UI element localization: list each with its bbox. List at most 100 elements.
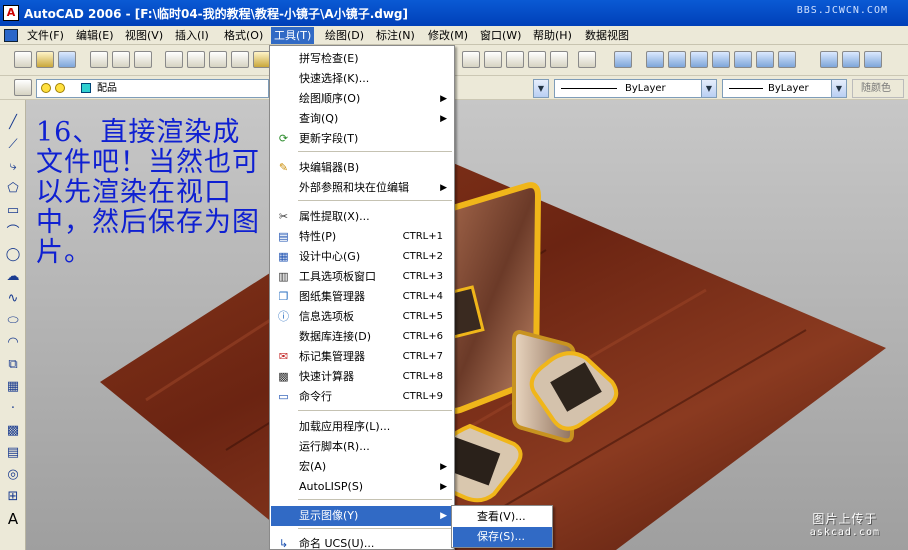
menu-item-load-application[interactable]: 加载应用程序(L)... bbox=[271, 417, 454, 437]
design-center-toolbar-icon[interactable] bbox=[462, 51, 480, 68]
lineweight-select[interactable]: ByLayer ▼ bbox=[722, 79, 847, 98]
tool-palettes-toolbar-icon[interactable] bbox=[484, 51, 502, 68]
menu-item-properties[interactable]: ▤ 特性(P) CTRL+1 bbox=[271, 227, 454, 247]
menu-item-info-palette[interactable]: ⓘ 信息选项板 CTRL+5 bbox=[271, 307, 454, 327]
open-icon[interactable] bbox=[36, 51, 54, 68]
hatch-icon[interactable]: ▩ bbox=[4, 422, 22, 440]
color-control-dropdown[interactable]: ▼ bbox=[533, 79, 549, 98]
polyline-icon[interactable]: ⤷ bbox=[4, 158, 22, 176]
polygon-icon[interactable]: ⬠ bbox=[4, 180, 22, 198]
menu-item-run-script[interactable]: 运行脚本(R)... bbox=[271, 437, 454, 457]
menu-item-markup-set[interactable]: ✉ 标记集管理器 CTRL+7 bbox=[271, 347, 454, 367]
print-preview-icon[interactable] bbox=[112, 51, 130, 68]
menu-separator bbox=[298, 410, 452, 411]
menu-item-label: 绘图顺序(O) bbox=[299, 92, 361, 105]
line-icon[interactable]: ╱ bbox=[4, 114, 22, 132]
menu-item-macro[interactable]: 宏(A) ▶ bbox=[271, 457, 454, 477]
menu-dimension[interactable]: 标注(N) bbox=[373, 27, 418, 44]
layer-select[interactable]: 配品 bbox=[36, 79, 269, 98]
circle-icon[interactable]: ◯ bbox=[4, 246, 22, 264]
menu-help[interactable]: 帮助(H) bbox=[530, 27, 575, 44]
layer-on-icon[interactable] bbox=[41, 83, 51, 93]
bottom-view-icon[interactable] bbox=[668, 51, 686, 68]
menu-item-shortcut: CTRL+1 bbox=[402, 231, 443, 242]
menu-item-sheet-set[interactable]: ❐ 图纸集管理器 CTRL+4 bbox=[271, 287, 454, 307]
menu-item-label: 命名 UCS(U)... bbox=[299, 537, 375, 550]
menu-draw[interactable]: 绘图(D) bbox=[322, 27, 367, 44]
menu-format[interactable]: 格式(O) bbox=[221, 27, 266, 44]
construction-line-icon[interactable]: ⟋ bbox=[4, 136, 22, 154]
menu-tools[interactable]: 工具(T) bbox=[271, 27, 315, 44]
menu-item-label: 快速计算器 bbox=[299, 370, 354, 383]
save-icon[interactable] bbox=[58, 51, 76, 68]
spline-icon[interactable]: ∿ bbox=[4, 290, 22, 308]
se-iso-icon[interactable] bbox=[820, 51, 838, 68]
menu-item-quick-calc[interactable]: ▩ 快速计算器 CTRL+8 bbox=[271, 367, 454, 387]
menu-item-design-center[interactable]: ▦ 设计中心(G) CTRL+2 bbox=[271, 247, 454, 267]
ellipse-arc-icon[interactable]: ◠ bbox=[4, 334, 22, 352]
ellipse-icon[interactable]: ⬭ bbox=[4, 312, 22, 330]
watermark-text: 图片上传于 bbox=[812, 512, 878, 526]
menu-item-xref-edit[interactable]: 外部参照和块在位编辑 ▶ bbox=[271, 178, 454, 198]
submenu-item-view[interactable]: 查看(V)... bbox=[453, 507, 552, 527]
menu-item-label: 设计中心(G) bbox=[299, 250, 361, 263]
menu-view[interactable]: 视图(V) bbox=[122, 27, 166, 44]
right-view-icon[interactable] bbox=[712, 51, 730, 68]
nw-iso-icon[interactable] bbox=[864, 51, 882, 68]
layer-manager-icon[interactable] bbox=[14, 79, 32, 96]
arc-icon[interactable]: ⌒ bbox=[4, 224, 22, 242]
region-icon[interactable]: ◎ bbox=[4, 466, 22, 484]
document-icon[interactable] bbox=[4, 29, 18, 42]
menu-item-block-editor[interactable]: ✎ 块编辑器(B) bbox=[271, 158, 454, 178]
table-icon[interactable]: ⊞ bbox=[4, 488, 22, 506]
insert-block-icon[interactable]: ⧉ bbox=[4, 356, 22, 374]
match-properties-icon[interactable] bbox=[231, 51, 249, 68]
submenu-item-save[interactable]: 保存(S)... bbox=[453, 527, 552, 547]
menu-modify[interactable]: 修改(M) bbox=[425, 27, 471, 44]
menu-item-tool-palettes[interactable]: ▥ 工具选项板窗口 CTRL+3 bbox=[271, 267, 454, 287]
ne-iso-icon[interactable] bbox=[842, 51, 860, 68]
publish-icon[interactable] bbox=[134, 51, 152, 68]
help-toolbar-icon[interactable] bbox=[578, 51, 596, 68]
top-view-icon[interactable] bbox=[646, 51, 664, 68]
menu-item-update-fields[interactable]: ⟳ 更新字段(T) bbox=[271, 129, 454, 149]
left-view-icon[interactable] bbox=[690, 51, 708, 68]
front-view-icon[interactable] bbox=[734, 51, 752, 68]
menu-insert[interactable]: 插入(I) bbox=[172, 27, 212, 44]
menu-window[interactable]: 窗口(W) bbox=[477, 27, 524, 44]
autocad-app-icon[interactable]: A bbox=[3, 5, 19, 21]
menu-edit[interactable]: 编辑(E) bbox=[73, 27, 117, 44]
copy-icon[interactable] bbox=[187, 51, 205, 68]
menu-file[interactable]: 文件(F) bbox=[24, 27, 67, 44]
back-view-icon[interactable] bbox=[756, 51, 774, 68]
multiline-text-icon[interactable]: A bbox=[4, 510, 22, 528]
menu-dataview[interactable]: 数据视图 bbox=[582, 27, 632, 44]
revision-cloud-icon[interactable]: ☁ bbox=[4, 268, 22, 286]
paste-icon[interactable] bbox=[209, 51, 227, 68]
gradient-icon[interactable]: ▤ bbox=[4, 444, 22, 462]
menu-item-display-image[interactable]: 显示图像(Y) ▶ bbox=[271, 506, 454, 526]
menu-item-attribute-extract[interactable]: ✂ 属性提取(X)... bbox=[271, 207, 454, 227]
rectangle-icon[interactable]: ▭ bbox=[4, 202, 22, 220]
menu-item-command-line[interactable]: ▭ 命令行 CTRL+9 bbox=[271, 387, 454, 407]
markup-set-toolbar-icon[interactable] bbox=[528, 51, 546, 68]
menu-item-named-ucs[interactable]: ↳ 命名 UCS(U)... bbox=[271, 534, 454, 550]
window-title: AutoCAD 2006 - [F:\临时04-我的教程\教程-小镜子\A小镜子… bbox=[24, 7, 409, 21]
menu-item-autolisp[interactable]: AutoLISP(S) ▶ bbox=[271, 477, 454, 497]
menu-item-draw-order[interactable]: 绘图顺序(O) ▶ bbox=[271, 89, 454, 109]
new-icon[interactable] bbox=[14, 51, 32, 68]
named-views-icon[interactable] bbox=[614, 51, 632, 68]
linetype-select[interactable]: ByLayer ▼ bbox=[554, 79, 717, 98]
cut-icon[interactable] bbox=[165, 51, 183, 68]
sw-iso-icon[interactable] bbox=[778, 51, 796, 68]
print-icon[interactable] bbox=[90, 51, 108, 68]
menu-item-quick-select[interactable]: 快速选择(K)... bbox=[271, 69, 454, 89]
make-block-icon[interactable]: ▦ bbox=[4, 378, 22, 396]
point-icon[interactable]: · bbox=[4, 400, 22, 418]
menu-item-spell-check[interactable]: 拼写检查(E) bbox=[271, 49, 454, 69]
calculator-toolbar-icon[interactable] bbox=[550, 51, 568, 68]
sheet-set-toolbar-icon[interactable] bbox=[506, 51, 524, 68]
menu-item-db-connect[interactable]: 数据库连接(D) CTRL+6 bbox=[271, 327, 454, 347]
layer-freeze-icon[interactable] bbox=[55, 83, 65, 93]
menu-item-inquiry[interactable]: 查询(Q) ▶ bbox=[271, 109, 454, 129]
